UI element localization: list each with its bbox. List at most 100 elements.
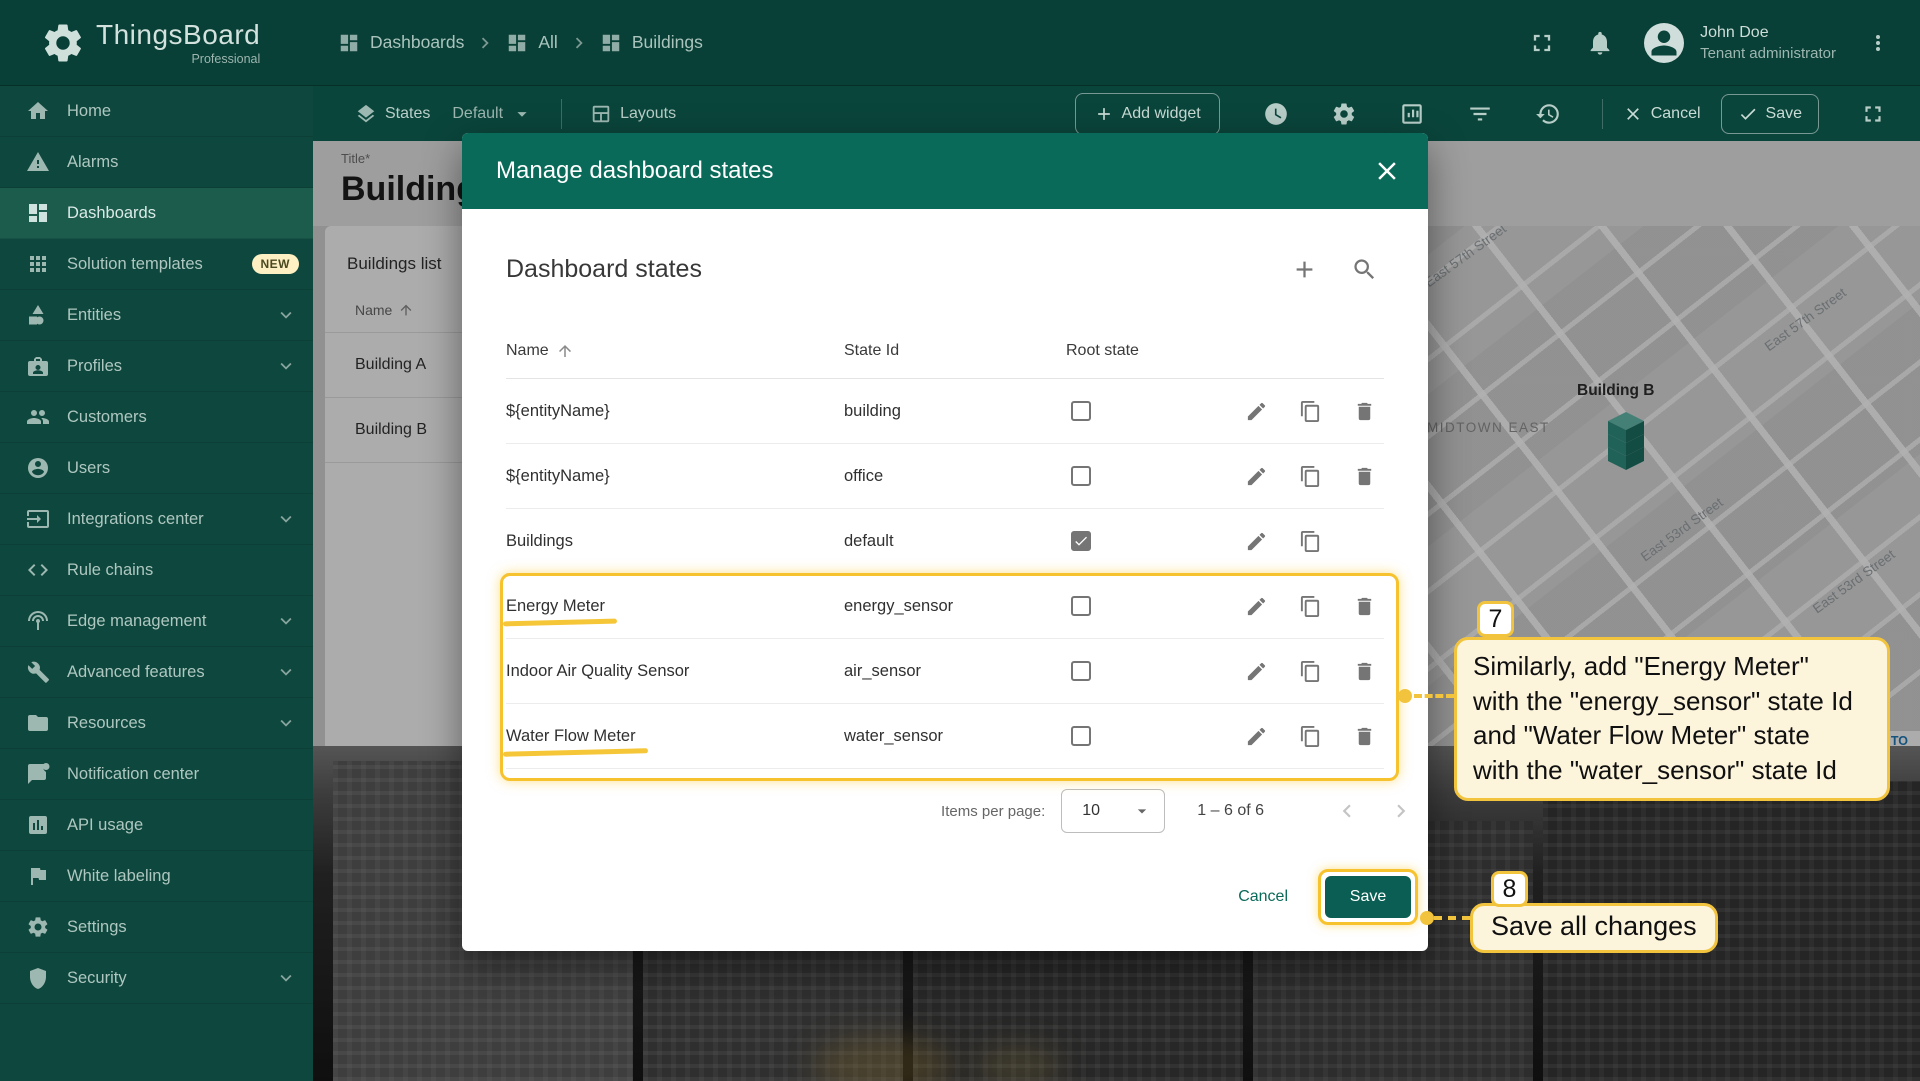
notifications-bell-button[interactable] [1586, 29, 1614, 57]
dialog-title: Manage dashboard states [496, 157, 774, 185]
sidebar-item[interactable]: Advanced features [0, 647, 313, 698]
dialog-close-button[interactable] [1372, 156, 1402, 186]
edit-state-button[interactable] [1236, 521, 1276, 561]
root-state-checkbox[interactable] [1071, 596, 1091, 616]
fullscreen-button[interactable] [1528, 29, 1556, 57]
sidebar-item[interactable]: Home [0, 86, 313, 137]
breadcrumb-item[interactable]: All [506, 32, 557, 54]
root-state-checkbox[interactable] [1071, 726, 1091, 746]
next-page-button[interactable] [1388, 798, 1414, 824]
toolbar-cancel-button[interactable]: Cancel [1623, 104, 1701, 124]
toolbar-save-button[interactable]: Save [1721, 94, 1819, 134]
avatar[interactable] [1644, 23, 1684, 63]
edit-state-button[interactable] [1236, 456, 1276, 496]
dialog-save-button[interactable]: Save [1325, 876, 1411, 918]
root-state-checkbox[interactable] [1071, 401, 1091, 421]
sidebar-item[interactable]: Edge management [0, 596, 313, 647]
state-id: office [844, 467, 1066, 486]
kebab-menu-button[interactable] [1866, 29, 1890, 57]
connector-dot [1398, 689, 1412, 703]
state-id: water_sensor [844, 727, 1066, 746]
user-info[interactable]: John Doe Tenant administrator [1700, 24, 1836, 62]
sidebar-item[interactable]: Dashboards [0, 188, 313, 239]
plus-icon [1094, 104, 1114, 124]
copy-state-button[interactable] [1290, 456, 1330, 496]
edit-state-button[interactable] [1236, 651, 1276, 691]
sidebar-item-label: Resources [67, 714, 146, 733]
copy-icon [1299, 595, 1322, 618]
sidebar-item[interactable]: Alarms [0, 137, 313, 188]
version-history-button[interactable] [1535, 101, 1561, 127]
column-name[interactable]: Name [506, 342, 844, 360]
dashboard-fullscreen-button[interactable] [1860, 101, 1886, 127]
sidebar-item[interactable]: Solution templates NEW [0, 239, 313, 290]
sidebar-item[interactable]: Settings [0, 902, 313, 953]
search-button[interactable] [1351, 256, 1378, 283]
thingsboard-logo[interactable]: ThingsBoard Professional [40, 19, 280, 66]
edit-state-button[interactable] [1236, 716, 1276, 756]
sidebar-item[interactable]: Integrations center [0, 494, 313, 545]
sidebar-item-label: Alarms [67, 153, 118, 172]
delete-state-button[interactable] [1344, 716, 1384, 756]
delete-state-button[interactable] [1344, 391, 1384, 431]
items-per-page-label: Items per page: [941, 803, 1045, 820]
breadcrumb-item[interactable]: Dashboards [338, 32, 464, 54]
sidebar-item[interactable]: API usage [0, 800, 313, 851]
items-per-page-select[interactable]: 10 [1061, 789, 1165, 833]
sidebar-item[interactable]: Entities [0, 290, 313, 341]
state-table-row: Energy Meter energy_sensor [506, 574, 1384, 639]
sidebar-item[interactable]: Notification center [0, 749, 313, 800]
state-name: Water Flow Meter [506, 727, 636, 746]
delete-state-button[interactable] [1344, 651, 1384, 691]
entity-aliases-button[interactable] [1399, 101, 1425, 127]
root-state-checkbox[interactable] [1071, 466, 1091, 486]
breadcrumb-item[interactable]: Buildings [600, 32, 703, 54]
copy-state-button[interactable] [1290, 521, 1330, 561]
root-state-checkbox[interactable] [1071, 661, 1091, 681]
column-root-state: Root state [1066, 342, 1236, 360]
sidebar-item-label: API usage [67, 816, 143, 835]
logo-title: ThingsBoard [96, 19, 260, 51]
copy-icon [1299, 660, 1322, 683]
sidebar-item[interactable]: Profiles [0, 341, 313, 392]
sidebar-item[interactable]: Users [0, 443, 313, 494]
manage-dashboard-states-dialog: Manage dashboard states Dashboard states… [462, 133, 1428, 951]
sidebar-item[interactable]: Rule chains [0, 545, 313, 596]
previous-page-button[interactable] [1334, 798, 1360, 824]
copy-state-button[interactable] [1290, 391, 1330, 431]
states-icon [355, 103, 377, 125]
copy-state-button[interactable] [1290, 651, 1330, 691]
filters-button[interactable] [1467, 101, 1493, 127]
sidebar-item[interactable]: White labeling [0, 851, 313, 902]
copy-state-button[interactable] [1290, 586, 1330, 626]
state-name: Indoor Air Quality Sensor [506, 662, 689, 681]
state-table-row: Indoor Air Quality Sensor air_sensor [506, 639, 1384, 704]
security-icon [26, 966, 50, 990]
sidebar-item-label: Settings [67, 918, 127, 937]
copy-state-button[interactable] [1290, 716, 1330, 756]
logo-subtitle: Professional [191, 52, 260, 66]
thingsboard-logo-icon [40, 20, 86, 66]
delete-state-button[interactable] [1344, 586, 1384, 626]
states-value[interactable]: Default [452, 105, 503, 123]
dialog-cancel-button[interactable]: Cancel [1222, 878, 1304, 916]
connector-dash [1434, 916, 1470, 920]
time-window-button[interactable] [1263, 101, 1289, 127]
add-state-button[interactable] [1291, 256, 1318, 283]
state-id: energy_sensor [844, 597, 1066, 616]
root-state-checkbox[interactable] [1071, 531, 1091, 551]
resources-icon [26, 711, 50, 735]
layouts-button[interactable]: Layouts [620, 105, 676, 123]
states-caret-icon[interactable] [511, 103, 533, 125]
connector-dot [1420, 911, 1434, 925]
edit-state-button[interactable] [1236, 391, 1276, 431]
sidebar-item[interactable]: Resources [0, 698, 313, 749]
edit-icon [1245, 660, 1268, 683]
add-widget-button[interactable]: Add widget [1075, 93, 1220, 135]
sidebar-item[interactable]: Customers [0, 392, 313, 443]
edit-state-button[interactable] [1236, 586, 1276, 626]
settings-icon [26, 915, 50, 939]
dashboard-settings-button[interactable] [1331, 101, 1357, 127]
delete-state-button[interactable] [1344, 456, 1384, 496]
sidebar-item[interactable]: Security [0, 953, 313, 1004]
